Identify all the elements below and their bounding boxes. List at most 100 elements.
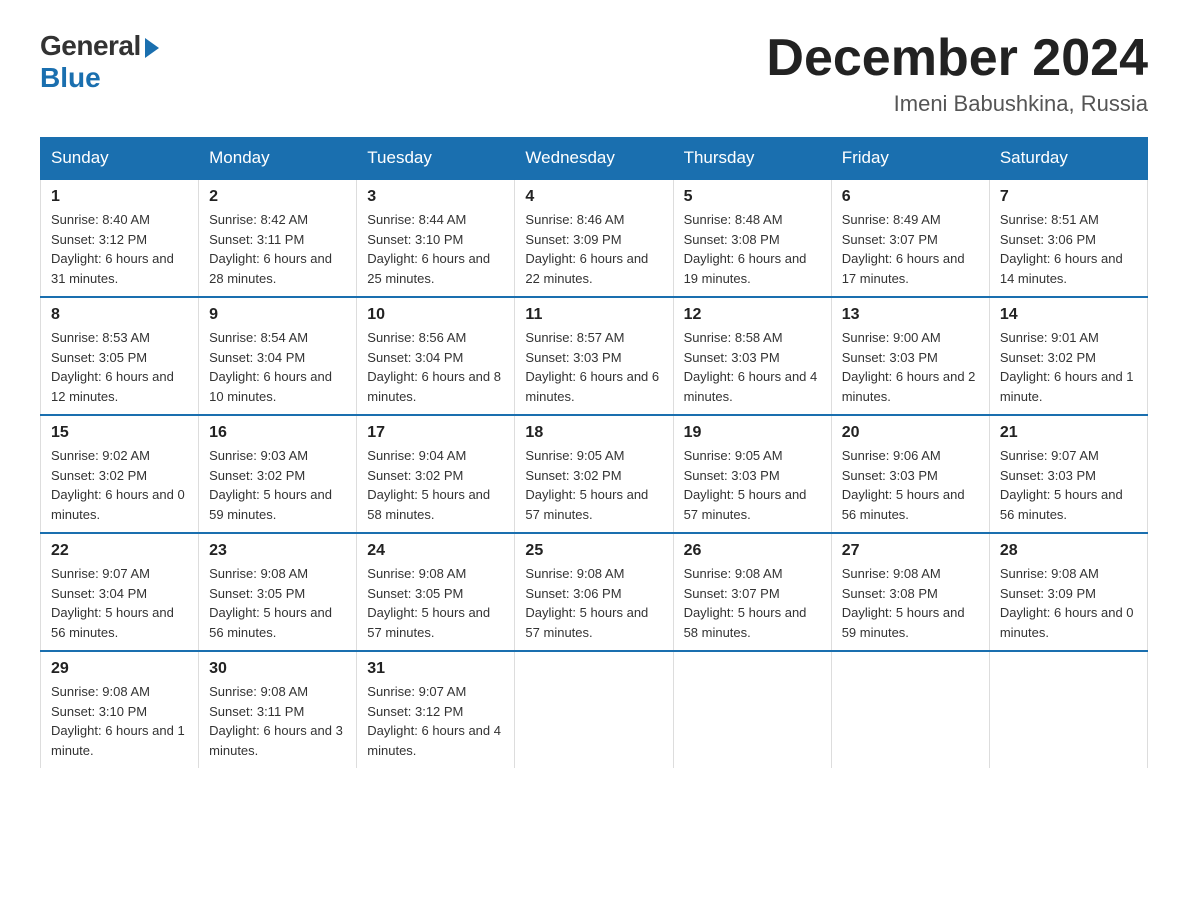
day-number: 16 bbox=[209, 424, 346, 442]
calendar-week-3: 15 Sunrise: 9:02 AMSunset: 3:02 PMDaylig… bbox=[41, 415, 1148, 533]
day-info: Sunrise: 8:57 AMSunset: 3:03 PMDaylight:… bbox=[525, 328, 662, 406]
day-number: 15 bbox=[51, 424, 188, 442]
day-info: Sunrise: 9:04 AMSunset: 3:02 PMDaylight:… bbox=[367, 446, 504, 524]
day-number: 12 bbox=[684, 306, 821, 324]
col-header-monday: Monday bbox=[199, 138, 357, 180]
calendar-cell: 13 Sunrise: 9:00 AMSunset: 3:03 PMDaylig… bbox=[831, 297, 989, 415]
page-header: General Blue December 2024 Imeni Babushk… bbox=[40, 30, 1148, 117]
day-number: 13 bbox=[842, 306, 979, 324]
day-number: 5 bbox=[684, 188, 821, 206]
day-number: 30 bbox=[209, 660, 346, 678]
col-header-saturday: Saturday bbox=[989, 138, 1147, 180]
location-subtitle: Imeni Babushkina, Russia bbox=[766, 91, 1148, 117]
calendar-cell: 1 Sunrise: 8:40 AMSunset: 3:12 PMDayligh… bbox=[41, 179, 199, 297]
day-info: Sunrise: 9:08 AMSunset: 3:09 PMDaylight:… bbox=[1000, 564, 1137, 642]
day-info: Sunrise: 8:56 AMSunset: 3:04 PMDaylight:… bbox=[367, 328, 504, 406]
calendar-week-2: 8 Sunrise: 8:53 AMSunset: 3:05 PMDayligh… bbox=[41, 297, 1148, 415]
calendar-cell: 9 Sunrise: 8:54 AMSunset: 3:04 PMDayligh… bbox=[199, 297, 357, 415]
calendar-cell: 5 Sunrise: 8:48 AMSunset: 3:08 PMDayligh… bbox=[673, 179, 831, 297]
day-number: 23 bbox=[209, 542, 346, 560]
day-info: Sunrise: 8:44 AMSunset: 3:10 PMDaylight:… bbox=[367, 210, 504, 288]
day-number: 10 bbox=[367, 306, 504, 324]
day-number: 22 bbox=[51, 542, 188, 560]
calendar-cell bbox=[989, 651, 1147, 768]
calendar-cell: 22 Sunrise: 9:07 AMSunset: 3:04 PMDaylig… bbox=[41, 533, 199, 651]
day-number: 18 bbox=[525, 424, 662, 442]
calendar-cell: 23 Sunrise: 9:08 AMSunset: 3:05 PMDaylig… bbox=[199, 533, 357, 651]
day-number: 6 bbox=[842, 188, 979, 206]
day-number: 17 bbox=[367, 424, 504, 442]
calendar-cell: 10 Sunrise: 8:56 AMSunset: 3:04 PMDaylig… bbox=[357, 297, 515, 415]
calendar-cell: 17 Sunrise: 9:04 AMSunset: 3:02 PMDaylig… bbox=[357, 415, 515, 533]
calendar-cell: 11 Sunrise: 8:57 AMSunset: 3:03 PMDaylig… bbox=[515, 297, 673, 415]
day-number: 14 bbox=[1000, 306, 1137, 324]
calendar-week-1: 1 Sunrise: 8:40 AMSunset: 3:12 PMDayligh… bbox=[41, 179, 1148, 297]
calendar-cell: 6 Sunrise: 8:49 AMSunset: 3:07 PMDayligh… bbox=[831, 179, 989, 297]
calendar-cell: 27 Sunrise: 9:08 AMSunset: 3:08 PMDaylig… bbox=[831, 533, 989, 651]
logo-arrow-icon bbox=[145, 38, 159, 58]
day-info: Sunrise: 8:40 AMSunset: 3:12 PMDaylight:… bbox=[51, 210, 188, 288]
calendar-cell: 31 Sunrise: 9:07 AMSunset: 3:12 PMDaylig… bbox=[357, 651, 515, 768]
day-info: Sunrise: 9:08 AMSunset: 3:08 PMDaylight:… bbox=[842, 564, 979, 642]
col-header-tuesday: Tuesday bbox=[357, 138, 515, 180]
day-info: Sunrise: 9:05 AMSunset: 3:02 PMDaylight:… bbox=[525, 446, 662, 524]
day-number: 29 bbox=[51, 660, 188, 678]
day-number: 24 bbox=[367, 542, 504, 560]
calendar-cell: 18 Sunrise: 9:05 AMSunset: 3:02 PMDaylig… bbox=[515, 415, 673, 533]
day-info: Sunrise: 9:08 AMSunset: 3:11 PMDaylight:… bbox=[209, 682, 346, 760]
calendar-table: Sunday Monday Tuesday Wednesday Thursday… bbox=[40, 137, 1148, 768]
day-number: 9 bbox=[209, 306, 346, 324]
day-number: 28 bbox=[1000, 542, 1137, 560]
col-header-wednesday: Wednesday bbox=[515, 138, 673, 180]
col-header-friday: Friday bbox=[831, 138, 989, 180]
calendar-cell: 24 Sunrise: 9:08 AMSunset: 3:05 PMDaylig… bbox=[357, 533, 515, 651]
col-header-thursday: Thursday bbox=[673, 138, 831, 180]
calendar-cell: 21 Sunrise: 9:07 AMSunset: 3:03 PMDaylig… bbox=[989, 415, 1147, 533]
day-info: Sunrise: 9:03 AMSunset: 3:02 PMDaylight:… bbox=[209, 446, 346, 524]
day-number: 21 bbox=[1000, 424, 1137, 442]
calendar-cell: 3 Sunrise: 8:44 AMSunset: 3:10 PMDayligh… bbox=[357, 179, 515, 297]
calendar-cell: 2 Sunrise: 8:42 AMSunset: 3:11 PMDayligh… bbox=[199, 179, 357, 297]
day-info: Sunrise: 9:01 AMSunset: 3:02 PMDaylight:… bbox=[1000, 328, 1137, 406]
logo-general-text: General bbox=[40, 30, 141, 62]
day-number: 11 bbox=[525, 306, 662, 324]
calendar-cell: 7 Sunrise: 8:51 AMSunset: 3:06 PMDayligh… bbox=[989, 179, 1147, 297]
month-year-title: December 2024 bbox=[766, 30, 1148, 87]
calendar-week-5: 29 Sunrise: 9:08 AMSunset: 3:10 PMDaylig… bbox=[41, 651, 1148, 768]
calendar-cell: 16 Sunrise: 9:03 AMSunset: 3:02 PMDaylig… bbox=[199, 415, 357, 533]
day-number: 3 bbox=[367, 188, 504, 206]
day-info: Sunrise: 8:51 AMSunset: 3:06 PMDaylight:… bbox=[1000, 210, 1137, 288]
day-number: 20 bbox=[842, 424, 979, 442]
day-info: Sunrise: 8:49 AMSunset: 3:07 PMDaylight:… bbox=[842, 210, 979, 288]
day-number: 7 bbox=[1000, 188, 1137, 206]
calendar-cell: 29 Sunrise: 9:08 AMSunset: 3:10 PMDaylig… bbox=[41, 651, 199, 768]
calendar-cell bbox=[831, 651, 989, 768]
day-number: 19 bbox=[684, 424, 821, 442]
day-number: 8 bbox=[51, 306, 188, 324]
day-info: Sunrise: 9:08 AMSunset: 3:07 PMDaylight:… bbox=[684, 564, 821, 642]
calendar-cell: 14 Sunrise: 9:01 AMSunset: 3:02 PMDaylig… bbox=[989, 297, 1147, 415]
day-info: Sunrise: 9:05 AMSunset: 3:03 PMDaylight:… bbox=[684, 446, 821, 524]
day-number: 31 bbox=[367, 660, 504, 678]
calendar-cell: 26 Sunrise: 9:08 AMSunset: 3:07 PMDaylig… bbox=[673, 533, 831, 651]
calendar-cell bbox=[515, 651, 673, 768]
day-number: 27 bbox=[842, 542, 979, 560]
day-info: Sunrise: 9:07 AMSunset: 3:12 PMDaylight:… bbox=[367, 682, 504, 760]
calendar-cell: 30 Sunrise: 9:08 AMSunset: 3:11 PMDaylig… bbox=[199, 651, 357, 768]
day-info: Sunrise: 9:00 AMSunset: 3:03 PMDaylight:… bbox=[842, 328, 979, 406]
calendar-cell: 12 Sunrise: 8:58 AMSunset: 3:03 PMDaylig… bbox=[673, 297, 831, 415]
day-number: 2 bbox=[209, 188, 346, 206]
day-info: Sunrise: 8:48 AMSunset: 3:08 PMDaylight:… bbox=[684, 210, 821, 288]
day-info: Sunrise: 9:08 AMSunset: 3:05 PMDaylight:… bbox=[209, 564, 346, 642]
logo-top: General bbox=[40, 30, 159, 62]
col-header-sunday: Sunday bbox=[41, 138, 199, 180]
day-info: Sunrise: 9:08 AMSunset: 3:06 PMDaylight:… bbox=[525, 564, 662, 642]
day-info: Sunrise: 9:02 AMSunset: 3:02 PMDaylight:… bbox=[51, 446, 188, 524]
day-number: 4 bbox=[525, 188, 662, 206]
title-block: December 2024 Imeni Babushkina, Russia bbox=[766, 30, 1148, 117]
day-info: Sunrise: 8:54 AMSunset: 3:04 PMDaylight:… bbox=[209, 328, 346, 406]
day-info: Sunrise: 9:06 AMSunset: 3:03 PMDaylight:… bbox=[842, 446, 979, 524]
day-info: Sunrise: 8:53 AMSunset: 3:05 PMDaylight:… bbox=[51, 328, 188, 406]
logo-blue-text: Blue bbox=[40, 62, 101, 94]
calendar-cell: 15 Sunrise: 9:02 AMSunset: 3:02 PMDaylig… bbox=[41, 415, 199, 533]
